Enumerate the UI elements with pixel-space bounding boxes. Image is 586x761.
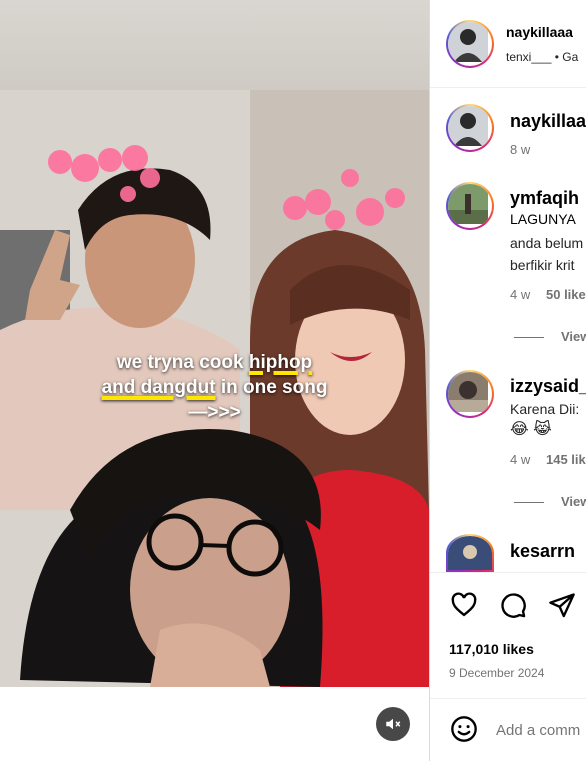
view-replies-button[interactable]: View bbox=[561, 494, 586, 509]
add-comment-input[interactable] bbox=[496, 717, 586, 743]
caption-highlight: hiphop bbox=[248, 352, 313, 373]
avatar[interactable] bbox=[446, 104, 494, 152]
comment-like-count[interactable]: 145 lik bbox=[546, 452, 586, 467]
comment-emoji-line: 😂 😹 bbox=[510, 421, 552, 438]
add-comment-bar bbox=[430, 698, 586, 761]
heart-icon bbox=[451, 592, 477, 617]
video-letterbox-top bbox=[0, 0, 429, 90]
post-actions: 117,010 likes 9 December 2024 bbox=[430, 572, 586, 690]
divider bbox=[514, 337, 544, 338]
caption-text: in one song bbox=[215, 377, 328, 398]
comment-username[interactable]: ymfaqih bbox=[510, 188, 579, 209]
avatar[interactable] bbox=[446, 182, 494, 230]
avatar[interactable] bbox=[446, 534, 494, 572]
comment-text-line: LAGUNYA bbox=[510, 211, 576, 227]
caption-line-3: —>>> bbox=[188, 402, 241, 423]
like-count[interactable]: 117,010 likes bbox=[449, 641, 534, 657]
comment-button[interactable] bbox=[499, 591, 527, 624]
avatar[interactable] bbox=[446, 20, 494, 68]
comment-username[interactable]: kesarrn bbox=[510, 541, 575, 562]
reel-video-player[interactable]: we tryna cook hiphop and dangdut in one … bbox=[0, 90, 429, 687]
divider bbox=[514, 502, 544, 503]
caption-line-1: we tryna cook hiphop bbox=[0, 350, 429, 375]
emoji-button[interactable] bbox=[450, 715, 478, 748]
caption-author-username[interactable]: naykillaaa bbox=[510, 111, 586, 132]
comment-text-line: berfikir krit bbox=[510, 257, 575, 273]
caption-line-2: and dangdut in one song bbox=[0, 375, 429, 400]
mute-toggle-button[interactable] bbox=[376, 707, 410, 741]
separator: • bbox=[554, 50, 559, 64]
paper-plane-icon bbox=[549, 593, 575, 618]
reel-video-column: we tryna cook hiphop and dangdut in one … bbox=[0, 0, 429, 761]
comment-timestamp[interactable]: 4 w bbox=[510, 452, 530, 467]
comment-bubble-icon bbox=[501, 593, 526, 618]
audio-user[interactable]: tenxi___ bbox=[506, 50, 551, 64]
view-replies-button[interactable]: View bbox=[561, 329, 586, 344]
smiley-icon bbox=[451, 716, 477, 742]
share-button[interactable] bbox=[548, 591, 576, 624]
caption-highlight: and dangdut bbox=[101, 377, 216, 398]
like-button[interactable] bbox=[450, 591, 478, 624]
comment-username[interactable]: izzysaid_ bbox=[510, 376, 586, 397]
video-letterbox-bottom bbox=[0, 687, 429, 761]
post-sidebar: naykillaaa tenxi___ • Ga naykillaaa 8 w … bbox=[429, 0, 586, 761]
post-date[interactable]: 9 December 2024 bbox=[449, 666, 544, 680]
speaker-muted-icon bbox=[386, 718, 401, 730]
comment-timestamp[interactable]: 4 w bbox=[510, 287, 530, 302]
comment-text-line: Karena Dii: bbox=[510, 401, 580, 417]
post-author-username[interactable]: naykillaaa bbox=[506, 24, 573, 40]
comment-text-line: anda belum bbox=[510, 235, 584, 251]
audio-track[interactable]: Ga bbox=[562, 50, 578, 64]
post-header: naykillaaa tenxi___ • Ga bbox=[430, 0, 586, 88]
comment-like-count[interactable]: 50 like bbox=[546, 287, 586, 302]
audio-attribution[interactable]: tenxi___ • Ga bbox=[506, 50, 578, 64]
caption-timestamp[interactable]: 8 w bbox=[510, 142, 530, 157]
video-caption-overlay: we tryna cook hiphop and dangdut in one … bbox=[0, 350, 429, 425]
avatar[interactable] bbox=[446, 370, 494, 418]
caption-text: we tryna cook bbox=[116, 352, 249, 373]
